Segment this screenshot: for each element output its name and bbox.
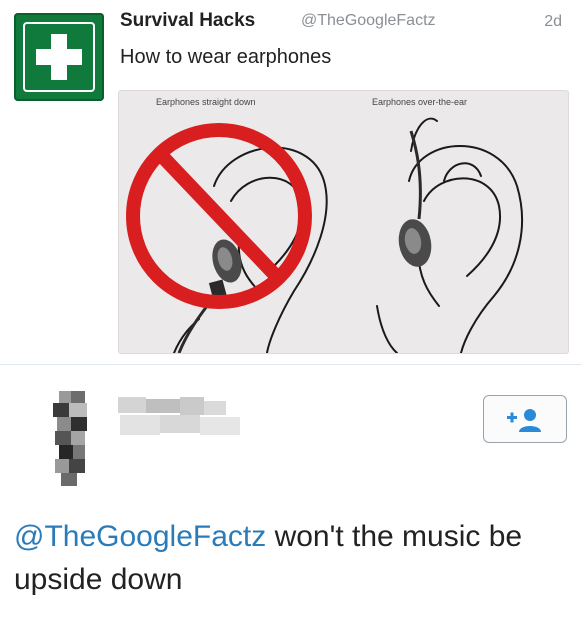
reply-text: @TheGoogleFactz won't the music be upsid…: [14, 515, 554, 601]
reply-tweet: @TheGoogleFactz won't the music be upsid…: [0, 365, 582, 633]
user-handle[interactable]: @TheGoogleFactz: [301, 12, 436, 30]
avatar[interactable]: [53, 391, 93, 486]
tweet-text: How to wear earphones: [120, 46, 332, 68]
earphone-diagram: [126, 117, 523, 353]
tweet-image[interactable]: Earphones straight down Earphones over-t…: [119, 91, 568, 353]
blurred-username: [118, 397, 243, 439]
mention-link[interactable]: @TheGoogleFactz: [14, 520, 266, 553]
avatar[interactable]: [14, 13, 104, 101]
original-tweet: Survival Hacks @TheGoogleFactz 2d How to…: [0, 0, 582, 364]
display-name[interactable]: Survival Hacks: [120, 10, 255, 32]
caption-over-the-ear: Earphones over-the-ear: [372, 97, 468, 107]
first-aid-cross-icon: [23, 22, 95, 92]
follow-button[interactable]: [483, 395, 567, 443]
prohibited-icon: [126, 123, 312, 309]
timestamp[interactable]: 2d: [544, 13, 562, 31]
add-user-icon: [507, 409, 541, 432]
caption-straight-down: Earphones straight down: [156, 97, 256, 107]
